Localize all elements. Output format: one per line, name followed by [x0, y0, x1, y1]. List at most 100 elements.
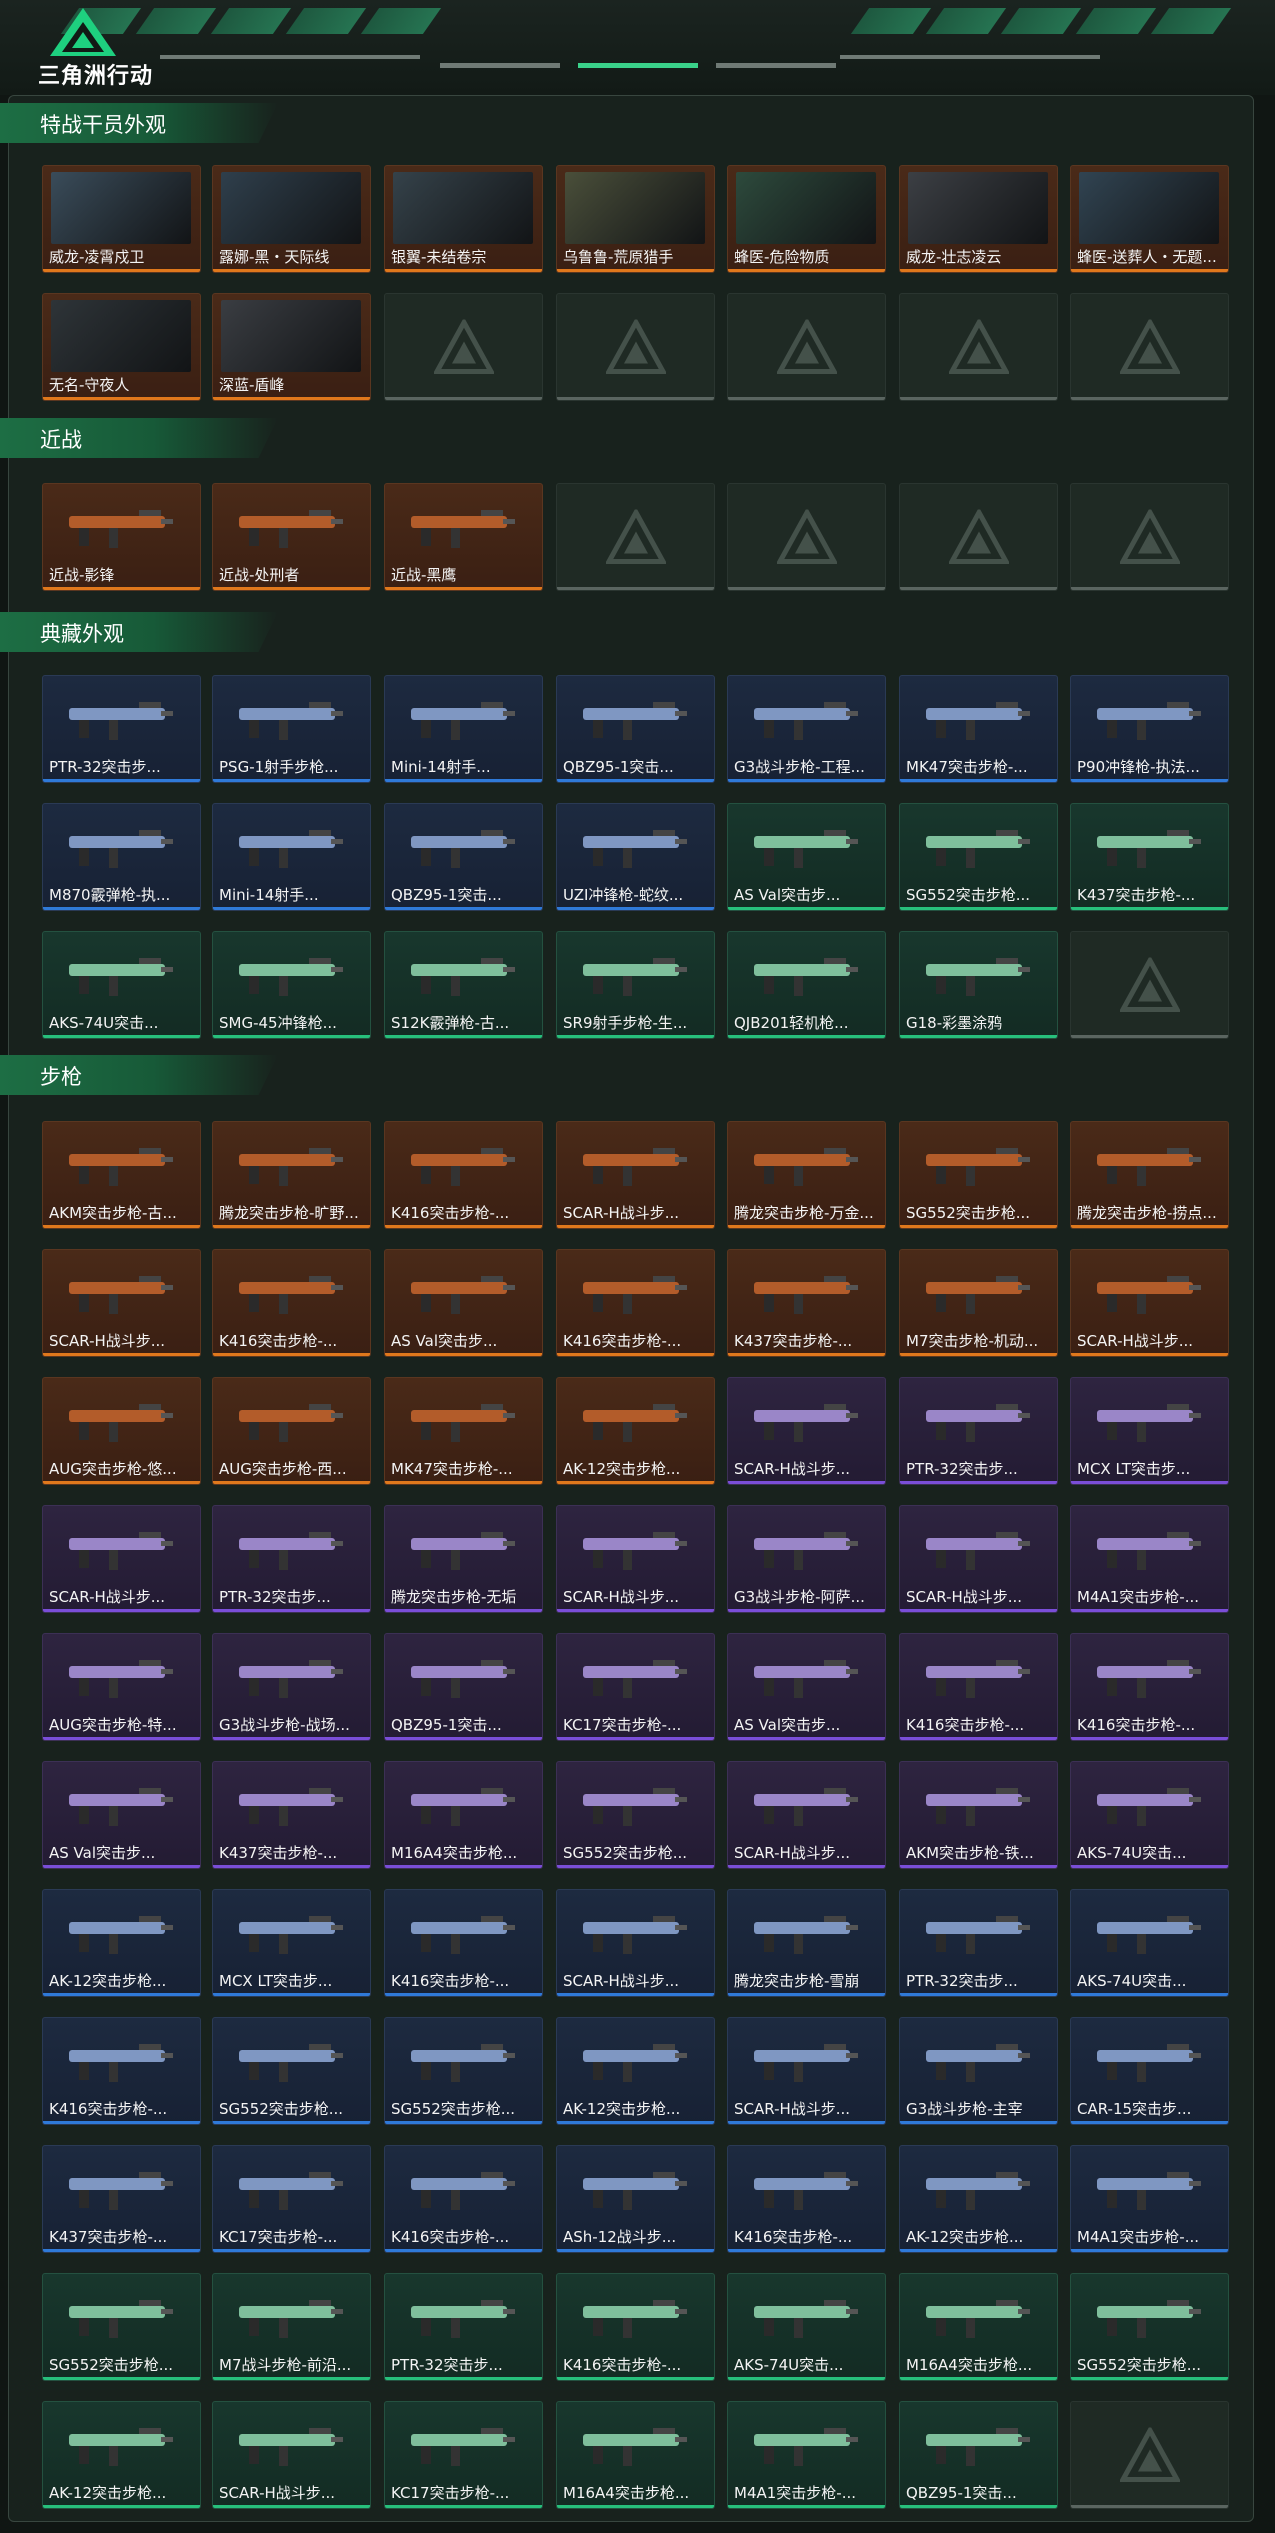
skin-card[interactable]: G3战斗步枪-主宰 — [899, 2017, 1058, 2125]
skin-card[interactable]: 腾龙突击步枪-万金... — [727, 1121, 886, 1229]
skin-card[interactable]: 乌鲁鲁-荒原猎手 — [556, 165, 715, 273]
skin-card[interactable]: SR9射手步枪-生... — [556, 931, 715, 1039]
skin-card[interactable]: K416突击步枪-... — [727, 2145, 886, 2253]
skin-card[interactable]: AUG突击步枪-特... — [42, 1633, 201, 1741]
skin-card[interactable]: K416突击步枪-... — [1070, 1633, 1229, 1741]
skin-card[interactable]: AUG突击步枪-悠... — [42, 1377, 201, 1485]
skin-card[interactable]: SCAR-H战斗步... — [212, 2401, 371, 2509]
skin-card[interactable]: PTR-32突击步... — [42, 675, 201, 783]
skin-card[interactable]: M4A1突击步枪-... — [1070, 2145, 1229, 2253]
skin-card[interactable]: MK47突击步枪-... — [899, 675, 1058, 783]
skin-card[interactable]: AKM突击步枪-古... — [42, 1121, 201, 1229]
skin-card[interactable]: 近战-影锋 — [42, 483, 201, 591]
skin-card[interactable]: SG552突击步枪... — [212, 2017, 371, 2125]
skin-card[interactable]: ASh-12战斗步... — [556, 2145, 715, 2253]
skin-card[interactable]: G3战斗步枪-阿萨... — [727, 1505, 886, 1613]
skin-card[interactable]: G3战斗步枪-工程... — [727, 675, 886, 783]
skin-card[interactable]: SG552突击步枪... — [384, 2017, 543, 2125]
skin-card[interactable]: KC17突击步枪-... — [212, 2145, 371, 2253]
skin-card[interactable]: K416突击步枪-... — [384, 1889, 543, 1997]
skin-card[interactable]: AK-12突击步枪... — [42, 2401, 201, 2509]
skin-card[interactable]: 无名-守夜人 — [42, 293, 201, 401]
skin-card[interactable]: SG552突击步枪... — [899, 1121, 1058, 1229]
skin-card[interactable]: PTR-32突击步... — [384, 2273, 543, 2381]
skin-card[interactable]: M16A4突击步枪... — [384, 1761, 543, 1869]
skin-card[interactable]: SCAR-H战斗步... — [556, 1505, 715, 1613]
skin-card[interactable]: P90冲锋枪-执法... — [1070, 675, 1229, 783]
skin-card[interactable]: QJB201轻机枪... — [727, 931, 886, 1039]
skin-card[interactable]: AKS-74U突击... — [727, 2273, 886, 2381]
skin-card[interactable]: SCAR-H战斗步... — [727, 1761, 886, 1869]
skin-card[interactable]: SCAR-H战斗步... — [42, 1249, 201, 1357]
skin-card[interactable]: K416突击步枪-... — [556, 1249, 715, 1357]
skin-card[interactable]: G18-彩墨涂鸦 — [899, 931, 1058, 1039]
skin-card[interactable]: K416突击步枪-... — [384, 2145, 543, 2253]
skin-card[interactable]: SCAR-H战斗步... — [556, 1121, 715, 1229]
skin-card[interactable]: AS Val突击步... — [727, 1633, 886, 1741]
skin-card[interactable]: AKS-74U突击... — [1070, 1889, 1229, 1997]
skin-card[interactable]: 威龙-壮志凌云 — [899, 165, 1058, 273]
skin-card[interactable]: 腾龙突击步枪-雪崩 — [727, 1889, 886, 1997]
skin-card[interactable]: G3战斗步枪-战场... — [212, 1633, 371, 1741]
skin-card[interactable]: K416突击步枪-... — [899, 1633, 1058, 1741]
skin-card[interactable]: Mini-14射手... — [212, 803, 371, 911]
skin-card[interactable]: SG552突击步枪... — [1070, 2273, 1229, 2381]
skin-card[interactable]: SCAR-H战斗步... — [1070, 1249, 1229, 1357]
skin-card[interactable]: 露娜-黑・天际线 — [212, 165, 371, 273]
skin-card[interactable]: AS Val突击步... — [384, 1249, 543, 1357]
skin-card[interactable]: PSG-1射手步枪... — [212, 675, 371, 783]
skin-card[interactable]: QBZ95-1突击... — [384, 1633, 543, 1741]
skin-card[interactable]: 近战-处刑者 — [212, 483, 371, 591]
skin-card[interactable]: K416突击步枪-... — [212, 1249, 371, 1357]
skin-card[interactable]: S12K霰弹枪-古... — [384, 931, 543, 1039]
skin-card[interactable]: M7突击步枪-机动... — [899, 1249, 1058, 1357]
skin-card[interactable]: PTR-32突击步... — [899, 1377, 1058, 1485]
skin-card[interactable]: M870霰弹枪-执... — [42, 803, 201, 911]
skin-card[interactable]: QBZ95-1突击... — [384, 803, 543, 911]
skin-card[interactable]: MCX LT突击步... — [212, 1889, 371, 1997]
skin-card[interactable]: PTR-32突击步... — [899, 1889, 1058, 1997]
skin-card[interactable]: 腾龙突击步枪-无垢 — [384, 1505, 543, 1613]
skin-card[interactable]: SG552突击步枪... — [899, 803, 1058, 911]
skin-card[interactable]: AK-12突击步枪... — [899, 2145, 1058, 2253]
skin-card[interactable]: AK-12突击步枪... — [556, 1377, 715, 1485]
skin-card[interactable]: K437突击步枪-... — [727, 1249, 886, 1357]
skin-card[interactable]: M16A4突击步枪... — [899, 2273, 1058, 2381]
skin-card[interactable]: KC17突击步枪-... — [556, 1633, 715, 1741]
skin-card[interactable]: 腾龙突击步枪-旷野... — [212, 1121, 371, 1229]
skin-card[interactable]: AK-12突击步枪... — [42, 1889, 201, 1997]
skin-card[interactable]: SCAR-H战斗步... — [727, 2017, 886, 2125]
skin-card[interactable]: MCX LT突击步... — [1070, 1377, 1229, 1485]
skin-card[interactable]: M4A1突击步枪-... — [727, 2401, 886, 2509]
skin-card[interactable]: K437突击步枪-... — [212, 1761, 371, 1869]
skin-card[interactable]: AKS-74U突击... — [42, 931, 201, 1039]
skin-card[interactable]: K437突击步枪-... — [42, 2145, 201, 2253]
skin-card[interactable]: PTR-32突击步... — [212, 1505, 371, 1613]
skin-card[interactable]: QBZ95-1突击... — [899, 2401, 1058, 2509]
skin-card[interactable]: 深蓝-盾峰 — [212, 293, 371, 401]
skin-card[interactable]: M16A4突击步枪... — [556, 2401, 715, 2509]
skin-card[interactable]: K416突击步枪-... — [42, 2017, 201, 2125]
skin-card[interactable]: M7战斗步枪-前沿... — [212, 2273, 371, 2381]
skin-card[interactable]: SCAR-H战斗步... — [899, 1505, 1058, 1613]
skin-card[interactable]: 蜂医-送葬人・无题... — [1070, 165, 1229, 273]
skin-card[interactable]: SCAR-H战斗步... — [727, 1377, 886, 1485]
skin-card[interactable]: CAR-15突击步... — [1070, 2017, 1229, 2125]
skin-card[interactable]: 蜂医-危险物质 — [727, 165, 886, 273]
skin-card[interactable]: AKM突击步枪-铁... — [899, 1761, 1058, 1869]
skin-card[interactable]: UZI冲锋枪-蛇纹... — [556, 803, 715, 911]
skin-card[interactable]: MK47突击步枪-... — [384, 1377, 543, 1485]
skin-card[interactable]: 腾龙突击步枪-捞点... — [1070, 1121, 1229, 1229]
skin-card[interactable]: 威龙-凌霄戍卫 — [42, 165, 201, 273]
skin-card[interactable]: AS Val突击步... — [727, 803, 886, 911]
skin-card[interactable]: SG552突击步枪... — [42, 2273, 201, 2381]
skin-card[interactable]: AS Val突击步... — [42, 1761, 201, 1869]
skin-card[interactable]: 银翼-未结卷宗 — [384, 165, 543, 273]
skin-card[interactable]: Mini-14射手... — [384, 675, 543, 783]
skin-card[interactable]: SCAR-H战斗步... — [42, 1505, 201, 1613]
skin-card[interactable]: K416突击步枪-... — [556, 2273, 715, 2381]
skin-card[interactable]: K416突击步枪-... — [384, 1121, 543, 1229]
skin-card[interactable]: AK-12突击步枪... — [556, 2017, 715, 2125]
skin-card[interactable]: M4A1突击步枪-... — [1070, 1505, 1229, 1613]
skin-card[interactable]: QBZ95-1突击... — [556, 675, 715, 783]
